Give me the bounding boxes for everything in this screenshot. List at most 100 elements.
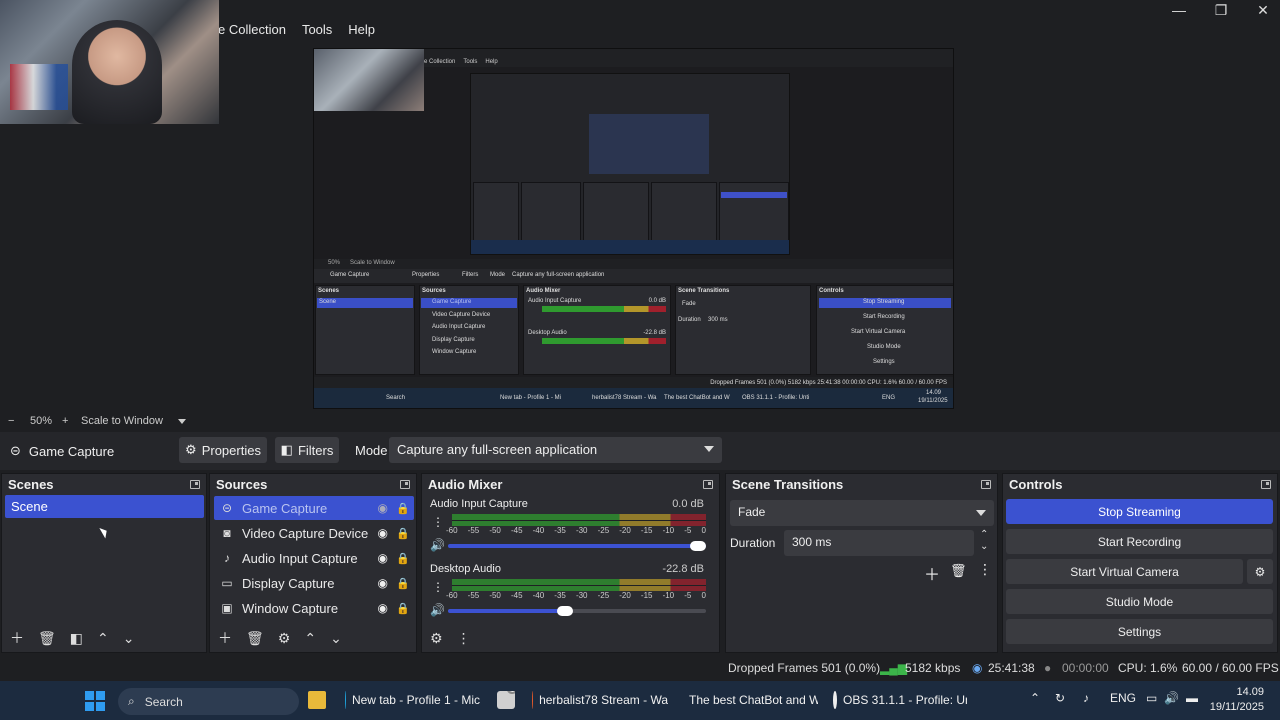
signal-icon: ▂▄▆ [880, 661, 907, 675]
volume-icon[interactable]: 🔊 [1164, 691, 1179, 705]
taskbar-firefox-stream[interactable]: herbalist78 Stream - Wa [532, 691, 668, 709]
lock-icon[interactable]: 🔒 [396, 602, 410, 615]
menu-scene-collection[interactable]: e Collection [218, 22, 286, 37]
menu-bar: e Collection Tools Help [218, 22, 375, 37]
volume-slider[interactable] [448, 606, 706, 616]
trash-icon[interactable]: 🗑 [950, 563, 967, 579]
source-item-audio-input[interactable]: ♪ Audio Input Capture ◉ 🔒 [214, 546, 414, 570]
eye-icon[interactable]: ◉ [378, 576, 388, 590]
microphone-icon[interactable]: ♪ [1083, 691, 1089, 705]
filter-icon[interactable]: ◧ [70, 630, 83, 647]
undock-icon[interactable] [703, 480, 713, 489]
zoom-out-button[interactable]: − [8, 415, 14, 427]
meter-tick-label: -30 [575, 526, 588, 535]
meter-tick-label: -35 [554, 591, 566, 600]
transition-select[interactable]: Fade [730, 500, 994, 526]
settings-button[interactable]: Settings [1006, 619, 1273, 644]
properties-button[interactable]: ⚙ Properties [179, 437, 267, 463]
file-explorer-icon[interactable] [308, 691, 326, 709]
duration-input[interactable]: 300 ms [784, 530, 974, 556]
meter-tick-label: -20 [619, 591, 631, 600]
volume-slider[interactable] [448, 541, 706, 551]
source-item-video-capture[interactable]: ◙ Video Capture Device ◉ 🔒 [214, 521, 414, 545]
menu-tools[interactable]: Tools [302, 22, 332, 37]
mixer-channel-desktop-audio: Desktop Audio -22.8 dB ⋮ -60 -55 -50 -45 -40… [430, 563, 706, 617]
chevron-up-icon[interactable]: ⌃ [304, 630, 316, 647]
start-recording-button[interactable]: Start Recording [1006, 529, 1273, 554]
studio-mode-button[interactable]: Studio Mode [1006, 589, 1273, 614]
gear-icon: ⚙ [185, 442, 197, 457]
menu-help[interactable]: Help [348, 22, 375, 37]
speaker-icon[interactable]: 🔊 [430, 603, 445, 617]
start-virtual-camera-button[interactable]: Start Virtual Camera [1006, 559, 1243, 584]
chevron-down-icon[interactable]: ⌄ [123, 630, 135, 647]
preview-taskbar: Search New tab - Profile 1 - Mi herbalis… [314, 388, 953, 408]
chevron-up-icon[interactable]: ⌃ [97, 630, 109, 647]
add-transition-icon[interactable]: ＋ [924, 561, 940, 585]
preview-webcam [314, 49, 424, 111]
taskbar-firefox-chatbot[interactable]: The best ChatBot and W [683, 691, 818, 709]
taskbar-search[interactable]: ⌕ Search [118, 688, 299, 715]
chevron-up-icon[interactable]: ⌃ [980, 529, 988, 540]
mixer-channel-audio-input: Audio Input Capture 0.0 dB ⋮ -60 -55 -50 -4… [430, 498, 706, 552]
status-bar: Dropped Frames 501 (0.0%) ▂▄▆ 5182 kbps … [0, 656, 1280, 680]
source-item-display-capture[interactable]: ▭ Display Capture ◉ 🔒 [214, 571, 414, 595]
taskbar-obs[interactable]: OBS 31.1.1 - Profile: Unti [833, 691, 967, 709]
volume-slider-knob[interactable] [690, 541, 706, 551]
scene-list-item[interactable]: Scene [5, 495, 204, 518]
trash-icon[interactable]: 🗑 [38, 630, 56, 647]
eye-icon[interactable]: ◉ [378, 601, 388, 615]
lock-icon[interactable]: 🔒 [396, 502, 410, 515]
meter-tick-label: -55 [467, 526, 480, 535]
kebab-menu-icon[interactable]: ⋮ [432, 580, 444, 594]
undock-icon[interactable] [190, 480, 200, 489]
lock-icon[interactable]: 🔒 [396, 527, 410, 540]
store-icon[interactable]: 1 [497, 691, 515, 709]
volume-slider-knob[interactable] [556, 606, 573, 616]
kebab-menu-icon[interactable]: ⋮ [432, 515, 444, 529]
preview-source-toolbar: Game Capture Properties Filters Mode Cap… [314, 269, 953, 283]
gear-icon[interactable]: ⚙ [430, 630, 443, 647]
kebab-menu-icon[interactable]: ⋮ [457, 630, 471, 647]
eye-hidden-icon[interactable]: ◉ [378, 501, 388, 515]
chevron-down-icon[interactable]: ⌄ [980, 541, 988, 552]
preview-canvas[interactable]: e Collection Tools Help 50% Scale to Win… [313, 48, 954, 409]
eye-icon[interactable]: ◉ [378, 526, 388, 540]
eye-icon[interactable]: ◉ [378, 551, 388, 565]
stop-streaming-button[interactable]: Stop Streaming [1006, 499, 1273, 524]
lock-icon[interactable]: 🔒 [396, 552, 410, 565]
taskbar-edge[interactable]: New tab - Profile 1 - Mic [345, 691, 480, 709]
speaker-icon[interactable]: 🔊 [430, 538, 445, 552]
source-item-window-capture[interactable]: ▣ Window Capture ◉ 🔒 [214, 596, 414, 620]
undock-icon[interactable] [981, 480, 991, 489]
zoom-in-button[interactable]: + [62, 415, 68, 427]
add-source-icon[interactable]: ＋ [218, 628, 232, 648]
filters-button[interactable]: ◧ Filters [275, 437, 339, 463]
source-item-game-capture[interactable]: ⊝ Game Capture ◉ 🔒 [214, 496, 414, 520]
network-icon[interactable]: ▭ [1146, 691, 1157, 705]
mixer-footer: ⚙ ⋮ [422, 624, 719, 652]
undock-icon[interactable] [400, 480, 410, 489]
taskbar-clock[interactable]: 14.09 19/11/2025 [1210, 685, 1264, 715]
sync-icon[interactable]: ↻ [1055, 691, 1065, 705]
scale-mode-label[interactable]: Scale to Window [81, 415, 163, 427]
mode-select[interactable]: Capture any full-screen application [389, 437, 722, 463]
audio-mixer-title: Audio Mixer [428, 477, 503, 492]
add-scene-icon[interactable]: ＋ [10, 628, 24, 648]
language-indicator[interactable]: ENG [1110, 691, 1136, 705]
minimize-icon[interactable]: — [1172, 2, 1186, 19]
lock-icon[interactable]: 🔒 [396, 577, 410, 590]
scale-dropdown-icon[interactable] [178, 419, 186, 424]
trash-icon[interactable]: 🗑 [246, 630, 264, 647]
chevron-down-icon[interactable]: ⌄ [330, 630, 342, 647]
meter-tick-label: -10 [662, 591, 675, 600]
undock-icon[interactable] [1261, 480, 1271, 489]
virtual-camera-settings-button[interactable]: ⚙ [1247, 559, 1273, 584]
gear-icon[interactable]: ⚙ [278, 630, 291, 647]
tray-overflow-icon[interactable]: ⌃ [1030, 691, 1040, 705]
windows-start-icon[interactable] [85, 691, 105, 711]
close-icon[interactable]: ✕ [1256, 2, 1270, 19]
maximize-icon[interactable]: ❐ [1214, 2, 1228, 19]
kebab-menu-icon[interactable]: ⋮ [978, 561, 992, 578]
battery-icon[interactable]: ▬ [1186, 691, 1198, 705]
